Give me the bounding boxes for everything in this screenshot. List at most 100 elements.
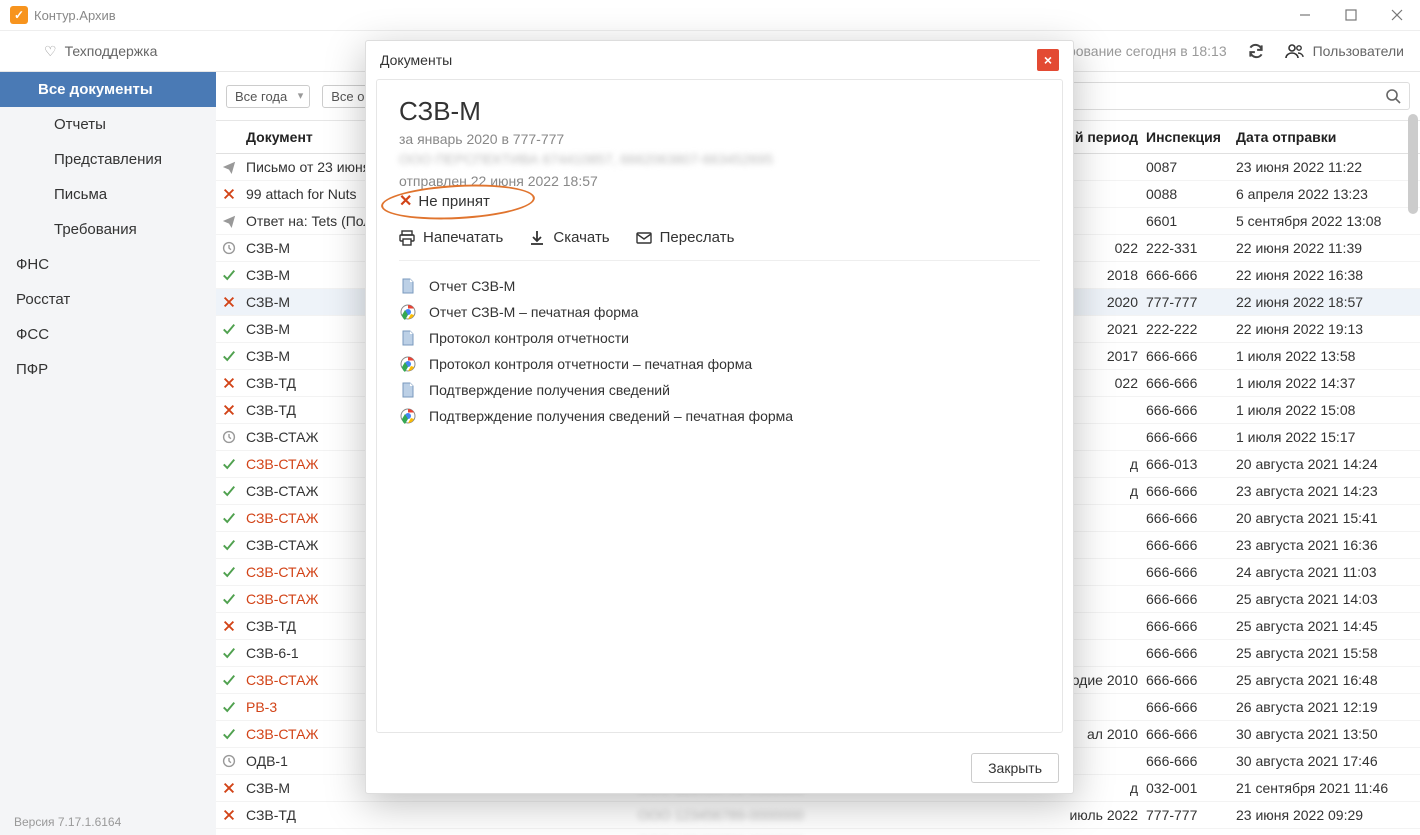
status-icon — [222, 160, 236, 174]
modal-footer-close-button[interactable]: Закрыть — [971, 753, 1059, 783]
col-date[interactable]: Дата отправки — [1236, 129, 1406, 145]
table-row[interactable]: СЗВ-ТДООО 123456789-0000000июль 2022777-… — [216, 802, 1420, 829]
inspection-cell: 0088 — [1146, 186, 1236, 202]
date-cell: 24 августа 2021 11:03 — [1236, 564, 1406, 580]
modal-close-button[interactable]: × — [1037, 49, 1059, 71]
print-action[interactable]: Напечатать — [399, 229, 503, 246]
window-close-button[interactable] — [1374, 0, 1420, 30]
file-label: Подтверждение получения сведений – печат… — [429, 408, 793, 424]
file-icon — [399, 329, 417, 347]
col-inspection[interactable]: Инспекция — [1146, 129, 1236, 145]
forward-action[interactable]: Переслать — [636, 229, 735, 246]
date-cell: 20 августа 2021 14:24 — [1236, 456, 1406, 472]
date-cell: 23 августа 2021 14:23 — [1236, 483, 1406, 499]
date-cell: 1 июля 2022 13:58 — [1236, 348, 1406, 364]
date-cell: 1 июля 2022 15:08 — [1236, 402, 1406, 418]
date-cell: 1 июля 2022 14:37 — [1236, 375, 1406, 391]
inspection-cell: 666-666 — [1146, 753, 1236, 769]
modal-doc-subtitle: за январь 2020 в 777-777 — [399, 131, 1040, 147]
sidebar-item-7[interactable]: ФСС — [0, 317, 216, 352]
file-row[interactable]: Подтверждение получения сведений — [399, 377, 1040, 403]
window-maximize-button[interactable] — [1328, 0, 1374, 30]
sidebar-item-4[interactable]: Требования — [0, 212, 216, 247]
support-link[interactable]: Техподдержка — [65, 43, 158, 59]
search-icon — [1385, 88, 1401, 104]
users-label: Пользователи — [1313, 43, 1404, 59]
file-label: Подтверждение получения сведений — [429, 382, 670, 398]
app-title: Контур.Архив — [34, 8, 116, 23]
inspection-cell: 6601 — [1146, 213, 1236, 229]
status-icon — [222, 187, 236, 201]
status-icon — [222, 241, 236, 255]
table-row[interactable]: СЗВ-ТДООО 123456789-0000000666-66622 авг… — [216, 829, 1420, 835]
sidebar-item-3[interactable]: Письма — [0, 177, 216, 212]
sidebar-item-5[interactable]: ФНС — [0, 247, 216, 282]
download-action[interactable]: Скачать — [529, 229, 609, 246]
search-input[interactable] — [1052, 82, 1410, 110]
file-row[interactable]: Отчет СЗВ-М – печатная форма — [399, 299, 1040, 325]
heart-icon: ♡ — [44, 43, 57, 60]
inspection-cell: 666-666 — [1146, 348, 1236, 364]
file-label: Протокол контроля отчетности — [429, 330, 629, 346]
status-icon — [222, 403, 236, 417]
print-label: Напечатать — [423, 229, 503, 246]
period-cell: июль 2022 — [938, 807, 1146, 823]
sidebar-item-0[interactable]: Все документы — [0, 72, 216, 107]
file-icon — [399, 355, 417, 373]
file-row[interactable]: Подтверждение получения сведений – печат… — [399, 403, 1040, 429]
file-row[interactable]: Отчет СЗВ-М — [399, 273, 1040, 299]
status-icon — [222, 592, 236, 606]
date-cell: 1 июля 2022 15:17 — [1236, 429, 1406, 445]
close-label: Закрыть — [988, 760, 1042, 776]
inspection-cell: 032-001 — [1146, 780, 1236, 796]
inspection-cell: 222-331 — [1146, 240, 1236, 256]
status-icon — [222, 430, 236, 444]
document-modal: Документы × СЗВ-М за январь 2020 в 777-7… — [365, 40, 1074, 794]
refresh-button[interactable] — [1247, 42, 1265, 60]
modal-doc-title: СЗВ-М — [399, 96, 1040, 127]
org-cell: ООО 123456789-0000000 — [638, 807, 938, 823]
date-cell: 22 июня 2022 19:13 — [1236, 321, 1406, 337]
date-cell: 30 августа 2021 17:46 — [1236, 753, 1406, 769]
sidebar-item-1[interactable]: Отчеты — [0, 107, 216, 142]
modal-status: ✕ Не принят — [399, 191, 490, 211]
inspection-cell: 777-777 — [1146, 294, 1236, 310]
date-cell: 30 августа 2021 13:50 — [1236, 726, 1406, 742]
sidebar-item-8[interactable]: ПФР — [0, 352, 216, 387]
file-label: Отчет СЗВ-М – печатная форма — [429, 304, 638, 320]
modal-org-blur: ООО ПЕРСПЕКТИВА 674410857, 6662063807-66… — [399, 151, 1040, 167]
scrollbar[interactable] — [1408, 114, 1418, 214]
inspection-cell: 666-666 — [1146, 672, 1236, 688]
file-label: Протокол контроля отчетности – печатная … — [429, 356, 752, 372]
file-label: Отчет СЗВ-М — [429, 278, 515, 294]
sidebar-item-6[interactable]: Росстат — [0, 282, 216, 317]
date-cell: 25 августа 2021 14:03 — [1236, 591, 1406, 607]
date-cell: 25 августа 2021 14:45 — [1236, 618, 1406, 634]
file-row[interactable]: Протокол контроля отчетности – печатная … — [399, 351, 1040, 377]
file-icon — [399, 277, 417, 295]
date-cell: 5 сентября 2022 13:08 — [1236, 213, 1406, 229]
date-cell: 23 августа 2021 16:36 — [1236, 537, 1406, 553]
status-icon — [222, 565, 236, 579]
date-cell: 22 июня 2022 18:57 — [1236, 294, 1406, 310]
window-minimize-button[interactable] — [1282, 0, 1328, 30]
forward-label: Переслать — [660, 229, 735, 246]
sidebar-item-2[interactable]: Представления — [0, 142, 216, 177]
date-cell: 25 августа 2021 16:48 — [1236, 672, 1406, 688]
file-icon — [399, 407, 417, 425]
inspection-cell: 777-777 — [1146, 807, 1236, 823]
date-cell: 20 августа 2021 15:41 — [1236, 510, 1406, 526]
users-link[interactable]: Пользователи — [1285, 43, 1404, 59]
inspection-cell: 666-666 — [1146, 429, 1236, 445]
doc-name: СЗВ-ТД — [242, 807, 638, 823]
inspection-cell: 0087 — [1146, 159, 1236, 175]
inspection-cell: 666-666 — [1146, 564, 1236, 580]
inspection-cell: 222-222 — [1146, 321, 1236, 337]
year-select[interactable]: Все года — [226, 85, 310, 108]
file-row[interactable]: Протокол контроля отчетности — [399, 325, 1040, 351]
status-icon — [222, 781, 236, 795]
inspection-cell: 666-666 — [1146, 267, 1236, 283]
status-icon — [222, 673, 236, 687]
users-icon — [1285, 43, 1305, 59]
date-cell: 22 июня 2022 16:38 — [1236, 267, 1406, 283]
